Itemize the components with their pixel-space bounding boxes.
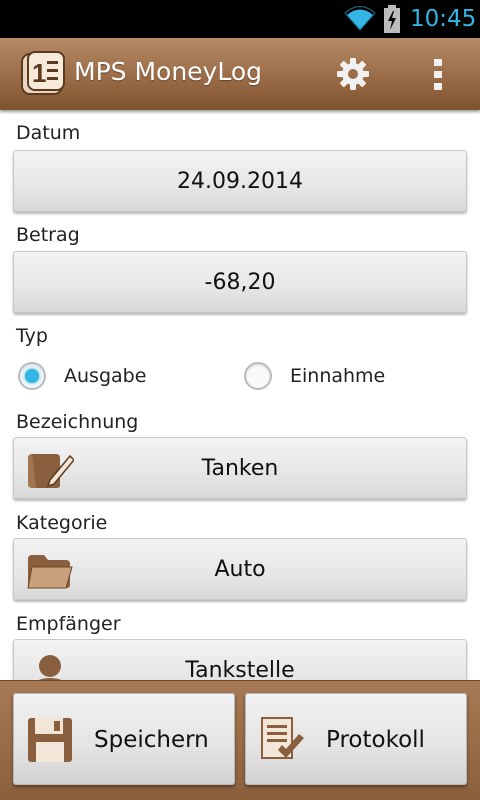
battery-charging-icon [384,5,400,33]
folder-icon [27,555,73,589]
settings-gear-icon[interactable] [336,57,370,91]
action-bar: 1 MPS MoneyLog [0,38,480,110]
amount-field-button[interactable]: -68,20 [13,251,467,313]
category-label: Kategorie [16,512,108,534]
description-field-button[interactable]: Tanken [13,437,467,499]
description-value: Tanken [201,455,279,481]
wifi-icon [344,6,376,31]
app-title: MPS MoneyLog [74,57,263,86]
overflow-menu-icon[interactable] [431,58,445,92]
date-field-button[interactable]: 24.09.2014 [13,150,467,212]
save-button-label: Speichern [94,727,209,753]
bottom-action-bar: Speichern Protokoll [0,680,480,800]
category-field-button[interactable]: Auto [13,538,467,600]
status-bar: 10:45 [0,0,480,38]
clock: 10:45 [410,6,477,32]
protocol-button[interactable]: Protokoll [245,693,467,785]
app-logo-icon: 1 [21,51,65,95]
checklist-icon [261,717,304,759]
floppy-disk-icon [28,718,72,762]
recipient-label: Empfänger [16,613,121,635]
radio-ausgabe-label: Ausgabe [64,365,147,387]
radio-ausgabe[interactable]: Ausgabe [18,362,146,390]
description-label: Bezeichnung [16,411,139,433]
date-label: Datum [16,122,81,144]
category-value: Auto [214,556,266,582]
edit-note-icon [28,454,74,488]
recipient-value: Tankstelle [185,657,295,683]
type-label: Typ [16,325,48,347]
protocol-button-label: Protokoll [326,727,425,753]
amount-value: -68,20 [204,269,276,295]
amount-label: Betrag [16,224,80,246]
svg-text:1: 1 [32,58,46,88]
save-button[interactable]: Speichern [13,693,235,785]
radio-einnahme[interactable]: Einnahme [244,362,385,390]
radio-unchecked-icon[interactable] [244,362,272,390]
radio-einnahme-label: Einnahme [290,365,386,387]
radio-checked-icon[interactable] [18,362,46,390]
date-value: 24.09.2014 [177,168,303,194]
